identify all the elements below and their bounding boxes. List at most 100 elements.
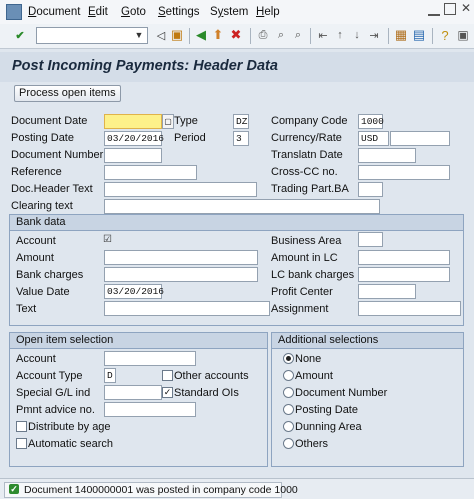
amount-field[interactable] bbox=[104, 250, 258, 265]
type-label: Type bbox=[174, 115, 198, 127]
find-icon[interactable]: ⌕ bbox=[273, 27, 289, 43]
posting-date-field[interactable]: 03/20/2016 bbox=[104, 131, 164, 146]
amount-lc-label: Amount in LC bbox=[271, 252, 338, 264]
radio-posting-date[interactable] bbox=[283, 404, 294, 415]
business-area-field[interactable] bbox=[358, 232, 383, 247]
save-icon[interactable]: ▣ bbox=[169, 27, 185, 43]
open-item-selection-title: Open item selection bbox=[16, 334, 114, 346]
special-gl-label: Special G/L ind bbox=[16, 387, 91, 399]
radio-amount[interactable] bbox=[283, 370, 294, 381]
history-left-icon[interactable]: ◁ bbox=[153, 27, 169, 43]
automatic-search-checkbox[interactable] bbox=[16, 438, 27, 449]
period-field[interactable]: 3 bbox=[233, 131, 249, 146]
process-open-items-button[interactable]: Process open items bbox=[14, 85, 121, 102]
last-page-icon[interactable]: ⇥ bbox=[366, 27, 382, 43]
radio-document-number[interactable] bbox=[283, 387, 294, 398]
clearing-text-label: Clearing text bbox=[11, 200, 73, 212]
type-field[interactable]: DZ bbox=[233, 114, 249, 129]
value-date-label: Value Date bbox=[16, 286, 70, 298]
previous-page-icon[interactable]: ↑ bbox=[332, 27, 348, 43]
special-gl-field[interactable] bbox=[104, 385, 162, 400]
exchange-rate-field[interactable] bbox=[390, 131, 450, 146]
text-label: Text bbox=[16, 303, 37, 315]
cross-cc-field[interactable] bbox=[358, 165, 450, 180]
document-date-field[interactable] bbox=[104, 114, 162, 129]
close-window-icon[interactable]: ✕ bbox=[461, 1, 471, 15]
translatn-date-label: Translatn Date bbox=[271, 149, 343, 161]
translatn-date-field[interactable] bbox=[358, 148, 416, 163]
required-check-icon: ☑ bbox=[103, 234, 112, 245]
additional-selections-title: Additional selections bbox=[278, 334, 379, 346]
bank-account-field[interactable] bbox=[115, 233, 197, 248]
distribute-by-age-checkbox[interactable] bbox=[16, 421, 27, 432]
menu-help[interactable]: Help bbox=[256, 6, 280, 18]
calendar-icon[interactable]: ▢ bbox=[162, 114, 174, 129]
amount-lc-field[interactable] bbox=[358, 250, 450, 265]
oi-account-field[interactable] bbox=[104, 351, 196, 366]
menu-settings[interactable]: Settings bbox=[158, 6, 200, 18]
standard-ois-checkbox[interactable]: ✓ bbox=[162, 387, 173, 398]
pmnt-advice-field[interactable] bbox=[104, 402, 196, 417]
amount-label: Amount bbox=[16, 252, 54, 264]
menu-goto[interactable]: Goto bbox=[121, 6, 146, 18]
radio-document-number-label: Document Number bbox=[295, 387, 388, 399]
page-title: Post Incoming Payments: Header Data bbox=[12, 58, 278, 74]
lc-bank-charges-label: LC bank charges bbox=[271, 269, 355, 281]
other-accounts-label: Other accounts bbox=[174, 370, 249, 382]
command-field[interactable] bbox=[36, 27, 148, 44]
radio-posting-date-label: Posting Date bbox=[295, 404, 358, 416]
currency-rate-label: Currency/Rate bbox=[271, 132, 342, 144]
command-dropdown-icon[interactable]: ▼ bbox=[133, 28, 145, 42]
radio-others-label: Others bbox=[295, 438, 329, 450]
document-date-label: Document Date bbox=[11, 115, 88, 127]
pmnt-advice-label: Pmnt advice no. bbox=[16, 404, 95, 416]
print-icon[interactable]: ⎙ bbox=[255, 27, 271, 43]
account-type-field[interactable]: D bbox=[104, 368, 116, 383]
other-accounts-checkbox[interactable] bbox=[162, 370, 173, 381]
radio-dunning-area-label: Dunning Area bbox=[295, 421, 362, 433]
doc-header-text-field[interactable] bbox=[104, 182, 257, 197]
document-number-label: Document Number bbox=[11, 149, 104, 161]
bank-charges-label: Bank charges bbox=[16, 269, 84, 281]
trading-part-field[interactable] bbox=[358, 182, 383, 197]
business-area-label: Business Area bbox=[271, 235, 342, 247]
menu-document[interactable]: Document bbox=[28, 6, 80, 18]
minimize-icon[interactable] bbox=[428, 4, 440, 16]
lc-bank-charges-field[interactable] bbox=[358, 267, 450, 282]
document-number-field[interactable] bbox=[104, 148, 162, 163]
bank-charges-field[interactable] bbox=[104, 267, 258, 282]
enter-icon[interactable]: ✔ bbox=[12, 27, 28, 43]
maximize-icon[interactable] bbox=[444, 3, 456, 15]
profit-center-field[interactable] bbox=[358, 284, 416, 299]
trading-part-label: Trading Part.BA bbox=[271, 183, 349, 195]
oi-account-label: Account bbox=[16, 353, 56, 365]
find-next-icon[interactable]: ⌕ bbox=[290, 27, 306, 43]
menu-system[interactable]: System bbox=[210, 6, 248, 18]
clearing-text-field[interactable] bbox=[104, 199, 380, 214]
exit-icon[interactable]: ⬆ bbox=[210, 27, 226, 43]
reference-field[interactable] bbox=[104, 165, 197, 180]
layout-menu-icon[interactable]: ▣ bbox=[455, 27, 471, 43]
menu-edit[interactable]: Edit bbox=[88, 6, 108, 18]
account-type-label: Account Type bbox=[16, 370, 83, 382]
radio-none-label: None bbox=[295, 353, 322, 365]
back-icon[interactable]: ◀ bbox=[193, 27, 209, 43]
sap-menu-icon[interactable] bbox=[6, 4, 22, 20]
cancel-icon[interactable]: ✖ bbox=[228, 27, 244, 43]
company-code-field[interactable]: 1000 bbox=[358, 114, 384, 129]
value-date-field[interactable]: 03/20/2016 bbox=[104, 284, 164, 299]
next-page-icon[interactable]: ↓ bbox=[349, 27, 365, 43]
assignment-field[interactable] bbox=[358, 301, 461, 316]
menu-bar: Document Edit Goto Settings System Help … bbox=[0, 0, 474, 25]
text-field[interactable] bbox=[104, 301, 270, 316]
radio-none[interactable] bbox=[283, 353, 294, 364]
first-page-icon[interactable]: ⇤ bbox=[315, 27, 331, 43]
currency-field[interactable]: USD bbox=[358, 131, 389, 146]
radio-dunning-area[interactable] bbox=[283, 421, 294, 432]
bank-data-title: Bank data bbox=[16, 216, 66, 228]
automatic-search-label: Automatic search bbox=[28, 438, 113, 450]
radio-others[interactable] bbox=[283, 438, 294, 449]
create-session-icon[interactable]: ▦ bbox=[393, 27, 409, 43]
help-icon[interactable]: ? bbox=[437, 27, 453, 43]
shortcut-icon[interactable]: ▤ bbox=[411, 27, 427, 43]
